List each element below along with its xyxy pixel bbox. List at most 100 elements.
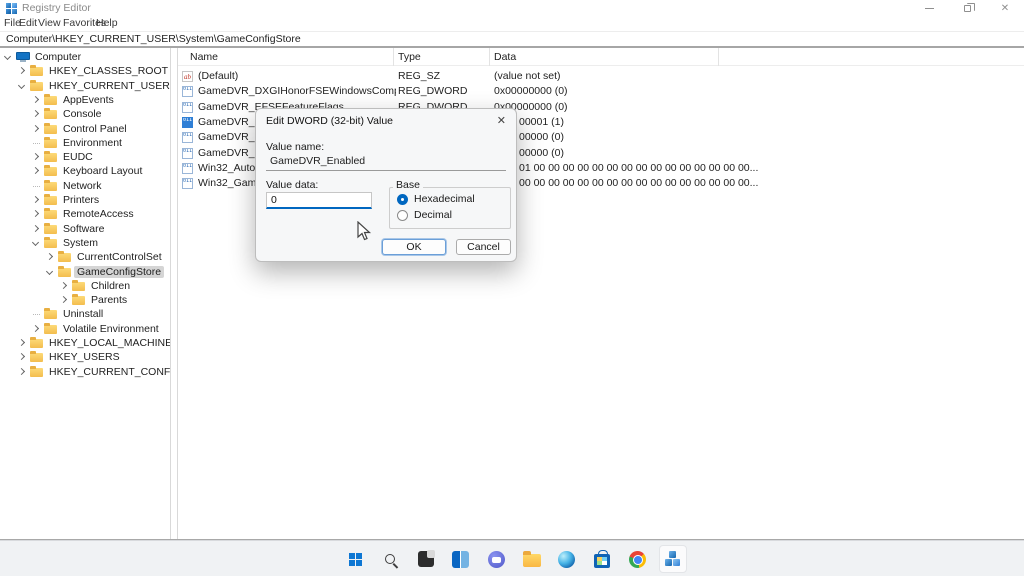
tree-item-label[interactable]: CurrentControlSet: [74, 251, 165, 263]
tree-item-system[interactable]: System: [0, 236, 170, 250]
tree-item-label[interactable]: Environment: [60, 137, 125, 149]
chevron-right-icon[interactable]: [18, 368, 25, 375]
chevron-down-icon[interactable]: [32, 239, 39, 246]
menu-view[interactable]: View: [38, 17, 61, 29]
taskbar-button-store[interactable]: [588, 545, 616, 573]
value-name[interactable]: (Default): [198, 70, 238, 82]
tree-item-remoteaccess[interactable]: RemoteAccess: [0, 207, 170, 221]
tree-item-label[interactable]: RemoteAccess: [60, 208, 137, 220]
tree-item-currentcontrolset[interactable]: CurrentControlSet: [0, 250, 170, 264]
tree-item-hkey-current-user[interactable]: HKEY_CURRENT_USER: [0, 79, 170, 93]
column-header-data[interactable]: Data: [494, 51, 516, 63]
tree-item-label[interactable]: EUDC: [60, 151, 96, 163]
menu-help[interactable]: Help: [96, 17, 118, 29]
taskbar-button-edge[interactable]: [553, 545, 581, 573]
tree-item-label[interactable]: Uninstall: [60, 308, 106, 320]
chevron-down-icon[interactable]: [18, 82, 25, 89]
tree-item-label[interactable]: Volatile Environment: [60, 323, 162, 335]
tree-item-label[interactable]: Console: [60, 108, 105, 120]
taskbar-button-file-explorer[interactable]: [518, 545, 546, 573]
taskbar-button-chat[interactable]: [482, 545, 510, 573]
panel-splitter[interactable]: [170, 48, 178, 539]
tree-item-computer[interactable]: Computer: [0, 50, 170, 64]
tree-item-label[interactable]: HKEY_USERS: [46, 351, 123, 363]
chevron-right-icon[interactable]: [18, 353, 25, 360]
chevron-right-icon[interactable]: [60, 296, 67, 303]
tree-item-eudc[interactable]: EUDC: [0, 150, 170, 164]
close-button[interactable]: ✕: [986, 0, 1024, 16]
hexadecimal-radio[interactable]: [397, 194, 408, 205]
value-row--default-[interactable]: ab(Default)REG_SZ(value not set): [178, 69, 1024, 84]
tree-item-label[interactable]: HKEY_CURRENT_CONFIG: [46, 366, 170, 378]
address-bar[interactable]: Computer\HKEY_CURRENT_USER\System\GameCo…: [0, 31, 1024, 46]
value-row-gamedvr-dxgihonorfsewindowscompati-[interactable]: 011110GameDVR_DXGIHonorFSEWindowsCompati…: [178, 84, 1024, 99]
chevron-right-icon[interactable]: [32, 110, 39, 117]
search-icon: [385, 554, 395, 564]
tree-item-gameconfigstore[interactable]: GameConfigStore: [0, 265, 170, 279]
tree-item-printers[interactable]: Printers: [0, 193, 170, 207]
column-header-type[interactable]: Type: [398, 51, 421, 63]
taskbar-button-search[interactable]: [376, 545, 404, 573]
tree-item-hkey-local-machine[interactable]: HKEY_LOCAL_MACHINE: [0, 336, 170, 350]
chevron-right-icon[interactable]: [32, 167, 39, 174]
tree-item-label[interactable]: HKEY_CURRENT_USER: [46, 80, 170, 92]
chevron-down-icon[interactable]: [4, 53, 11, 60]
chevron-right-icon[interactable]: [32, 210, 39, 217]
tree-item-label[interactable]: Keyboard Layout: [60, 165, 145, 177]
chevron-right-icon[interactable]: [60, 282, 67, 289]
tree-item-label[interactable]: Software: [60, 223, 107, 235]
cancel-button[interactable]: Cancel: [456, 239, 511, 255]
tree-item-keyboard-layout[interactable]: Keyboard Layout: [0, 164, 170, 178]
tree-item-label[interactable]: Parents: [88, 294, 130, 306]
chevron-right-icon[interactable]: [18, 339, 25, 346]
tree-item-children[interactable]: Children: [0, 279, 170, 293]
address-path[interactable]: Computer\HKEY_CURRENT_USER\System\GameCo…: [6, 33, 301, 45]
chevron-right-icon[interactable]: [32, 124, 39, 131]
tree-item-appevents[interactable]: AppEvents: [0, 93, 170, 107]
tree-item-label[interactable]: HKEY_CLASSES_ROOT: [46, 65, 170, 77]
tree-item-label[interactable]: System: [60, 237, 101, 249]
tree-item-label[interactable]: Children: [88, 280, 133, 292]
chevron-right-icon[interactable]: [32, 225, 39, 232]
chevron-right-icon[interactable]: [32, 153, 39, 160]
tree-item-software[interactable]: Software: [0, 222, 170, 236]
folder-icon: [30, 67, 43, 76]
value-data-input[interactable]: 0: [266, 192, 372, 209]
column-header-name[interactable]: Name: [190, 51, 218, 63]
value-name[interactable]: GameDVR_DXGIHonorFSEWindowsCompati...: [198, 85, 396, 97]
chevron-right-icon[interactable]: [46, 253, 53, 260]
tree-item-label[interactable]: GameConfigStore: [74, 266, 164, 278]
restore-button[interactable]: [948, 0, 986, 16]
dialog-close-icon[interactable]: ✕: [497, 114, 506, 127]
tree-item-label[interactable]: Network: [60, 180, 105, 192]
tree-item-uninstall[interactable]: Uninstall: [0, 307, 170, 321]
taskbar-button-chrome[interactable]: [623, 545, 651, 573]
tree-item-hkey-users[interactable]: HKEY_USERS: [0, 350, 170, 364]
tree-item-hkey-classes-root[interactable]: HKEY_CLASSES_ROOT: [0, 64, 170, 78]
minimize-button[interactable]: [910, 0, 948, 16]
tree-item-volatile-environment[interactable]: Volatile Environment: [0, 322, 170, 336]
tree-item-label[interactable]: Printers: [60, 194, 102, 206]
chevron-down-icon[interactable]: [46, 267, 53, 274]
menu-edit[interactable]: Edit: [19, 17, 37, 29]
tree-item-environment[interactable]: Environment: [0, 136, 170, 150]
taskbar-button-snip[interactable]: [412, 545, 440, 573]
tree-item-console[interactable]: Console: [0, 107, 170, 121]
tree-item-label[interactable]: HKEY_LOCAL_MACHINE: [46, 337, 170, 349]
chevron-right-icon[interactable]: [18, 67, 25, 74]
tree-item-label[interactable]: Control Panel: [60, 123, 130, 135]
tree-item-label[interactable]: Computer: [32, 51, 84, 63]
chevron-right-icon[interactable]: [32, 325, 39, 332]
taskbar-button-registry-editor[interactable]: [659, 545, 687, 573]
taskbar-button-widgets[interactable]: [447, 545, 475, 573]
tree-item-control-panel[interactable]: Control Panel: [0, 122, 170, 136]
ok-button[interactable]: OK: [382, 239, 446, 255]
decimal-radio[interactable]: [397, 210, 408, 221]
tree-item-label[interactable]: AppEvents: [60, 94, 117, 106]
chevron-right-icon[interactable]: [32, 196, 39, 203]
tree-item-parents[interactable]: Parents: [0, 293, 170, 307]
tree-item-hkey-current-config[interactable]: HKEY_CURRENT_CONFIG: [0, 365, 170, 379]
chevron-right-icon[interactable]: [32, 96, 39, 103]
tree-item-network[interactable]: Network: [0, 179, 170, 193]
taskbar-button-start[interactable]: [341, 545, 369, 573]
